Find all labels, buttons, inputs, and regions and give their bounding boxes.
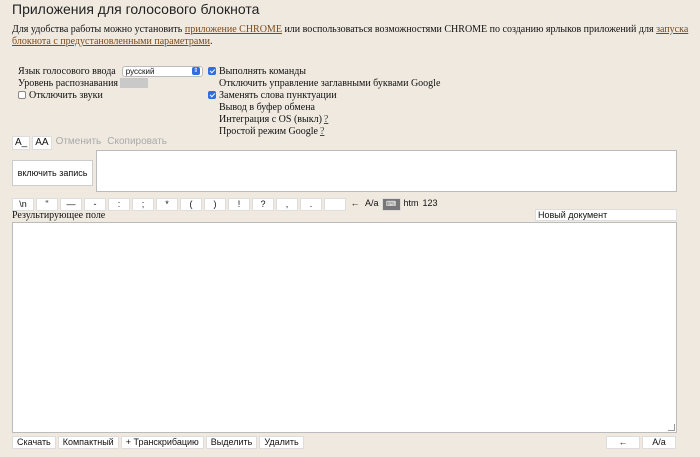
back-arrow-button[interactable]: ← bbox=[606, 436, 640, 449]
option-item[interactable]: Вывод в буфер обмена bbox=[208, 101, 440, 113]
option-item[interactable]: Интеграция с OS (выкл)? bbox=[208, 113, 440, 125]
intro-text-before: Для удобства работы можно установить bbox=[12, 24, 185, 35]
underline-button[interactable]: A_ bbox=[12, 136, 31, 150]
backspace-button[interactable]: ← bbox=[348, 198, 362, 209]
option-checkbox[interactable] bbox=[208, 91, 216, 99]
option-item[interactable]: Отключить управление заглавными буквами … bbox=[208, 77, 440, 89]
bottom-right-toolbar: ← A/a bbox=[606, 436, 676, 449]
option-label: Простой режим Google bbox=[219, 125, 318, 137]
htm-button[interactable]: htm bbox=[403, 198, 420, 209]
option-item[interactable]: Простой режим Google? bbox=[208, 125, 440, 137]
result-field-label: Результирующее поле bbox=[12, 210, 106, 221]
mute-sounds-label: Отключить звуки bbox=[29, 89, 103, 101]
punct-button[interactable]: ) bbox=[204, 198, 226, 211]
intro-text-middle: или воспользоваться возможностями CHROME… bbox=[281, 24, 657, 35]
format-toolbar: A_ AA Отменить Скопировать bbox=[12, 136, 169, 150]
keyboard-icon[interactable]: ⌨ bbox=[381, 198, 401, 211]
compact-button[interactable]: Компактный bbox=[57, 436, 119, 449]
punct-button[interactable]: ( bbox=[180, 198, 202, 211]
option-checkbox-list: Выполнять команды Отключить управление з… bbox=[208, 65, 440, 137]
recognition-level-label: Уровень распознавания bbox=[18, 77, 119, 89]
language-select-value: русский bbox=[125, 66, 155, 76]
resize-handle-icon[interactable] bbox=[668, 424, 675, 431]
page-title: Приложения для голосового блокнота bbox=[12, 1, 260, 17]
punct-button[interactable]: ! bbox=[228, 198, 250, 211]
add-transcription-button[interactable]: + Транскрибацию bbox=[120, 436, 204, 449]
digits-button[interactable]: 123 bbox=[422, 198, 439, 209]
option-label: Заменять слова пунктуации bbox=[219, 89, 337, 101]
punct-button[interactable]: . bbox=[300, 198, 322, 211]
option-item[interactable]: Выполнять команды bbox=[208, 65, 440, 77]
punct-button[interactable]: ? bbox=[252, 198, 274, 211]
select-arrow-icon: ⇕ bbox=[191, 67, 200, 75]
case-toggle-button[interactable]: A/a bbox=[364, 198, 380, 209]
chrome-app-link[interactable]: приложение CHROME bbox=[185, 24, 282, 35]
intro-text-after: . bbox=[209, 36, 213, 47]
language-select[interactable]: русский ⇕ bbox=[121, 65, 203, 77]
voice-settings: Язык голосового ввода русский ⇕ Уровень … bbox=[18, 65, 203, 101]
option-label: Выполнять команды bbox=[219, 65, 306, 77]
option-label: Интеграция с OS (выкл) bbox=[219, 113, 322, 125]
document-name-input[interactable]: Новый документ bbox=[535, 209, 677, 221]
intro-text: Для удобства работы можно установить при… bbox=[12, 24, 692, 48]
mute-sounds-checkbox[interactable] bbox=[18, 91, 26, 99]
recognition-level-meter bbox=[120, 78, 149, 88]
result-textarea[interactable] bbox=[12, 222, 677, 433]
start-recording-button[interactable]: включить запись bbox=[12, 160, 93, 186]
option-label: Отключить управление заглавными буквами … bbox=[219, 77, 441, 89]
punct-button[interactable]: , bbox=[276, 198, 298, 211]
option-label: Вывод в буфер обмена bbox=[219, 101, 315, 113]
option-item[interactable]: Заменять слова пунктуации bbox=[208, 89, 440, 101]
punct-button[interactable]: ; bbox=[132, 198, 154, 211]
bottom-toolbar: Скачать Компактный + Транскрибацию Выдел… bbox=[12, 436, 304, 449]
help-link[interactable]: ? bbox=[324, 114, 328, 125]
punct-button[interactable]: : bbox=[108, 198, 130, 211]
select-all-button[interactable]: Выделить bbox=[205, 436, 258, 449]
download-button[interactable]: Скачать bbox=[12, 436, 56, 449]
undo-button[interactable]: Отменить bbox=[54, 136, 104, 148]
delete-button[interactable]: Удалить bbox=[259, 436, 304, 449]
interim-text-field[interactable] bbox=[96, 150, 677, 192]
copy-button[interactable]: Скопировать bbox=[105, 136, 169, 148]
punct-button[interactable]: * bbox=[156, 198, 178, 211]
case-toggle-bottom-button[interactable]: A/a bbox=[642, 436, 676, 449]
help-link[interactable]: ? bbox=[320, 126, 324, 137]
option-checkbox[interactable] bbox=[208, 67, 216, 75]
punct-button-empty[interactable] bbox=[324, 198, 346, 211]
case-button[interactable]: AA bbox=[32, 136, 52, 150]
language-label: Язык голосового ввода bbox=[18, 65, 116, 77]
